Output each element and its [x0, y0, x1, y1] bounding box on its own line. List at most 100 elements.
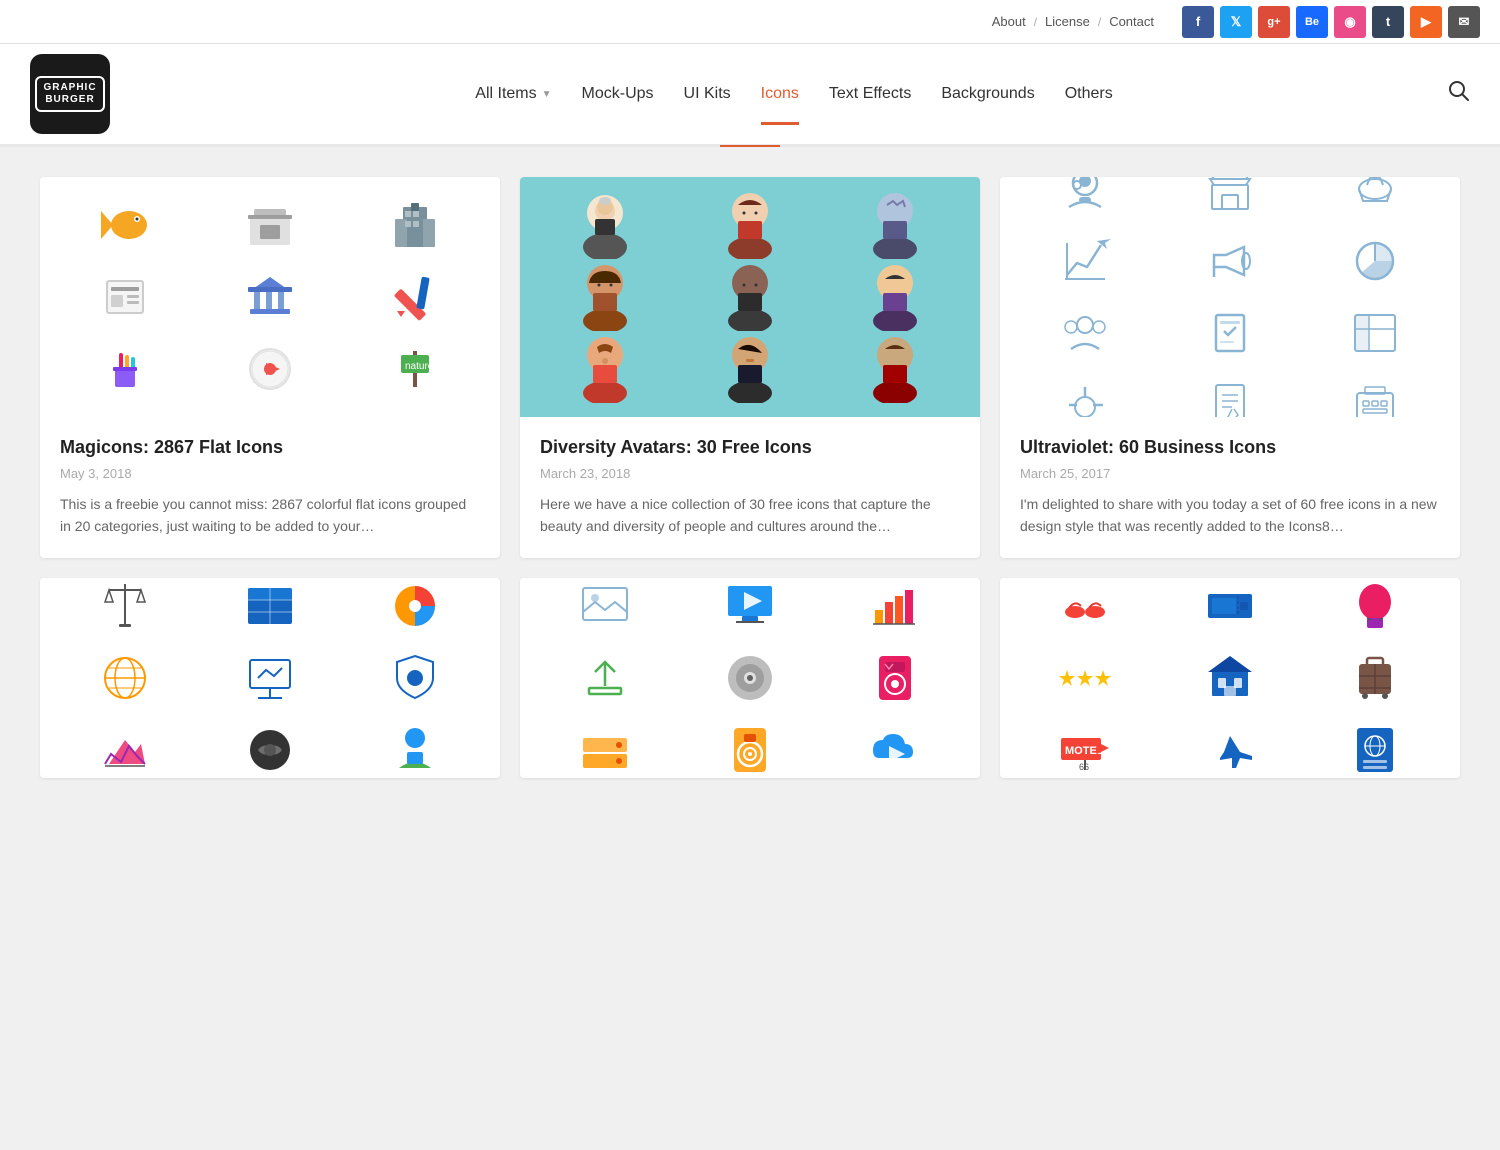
top-bar: About / License / Contact f 𝕏 g+ Be ◉ t …: [0, 0, 1500, 44]
icon-hotel: [1161, 646, 1298, 710]
card-ultraviolet: Ultraviolet: 60 Business Icons March 25,…: [1000, 177, 1460, 558]
avatar-8: [681, 337, 818, 401]
icon-cd: [681, 646, 818, 710]
icon-storage: [536, 718, 673, 778]
nav-ui-kits[interactable]: UI Kits: [684, 75, 731, 113]
facebook-icon[interactable]: f: [1182, 6, 1214, 38]
card-6: MOTEL66: [1000, 578, 1460, 778]
license-link[interactable]: License: [1037, 14, 1098, 29]
biz-icon-layout: [1307, 301, 1444, 365]
biz-icon-pie: [1307, 229, 1444, 293]
icon-music-player: [827, 646, 964, 710]
about-link[interactable]: About: [984, 14, 1034, 29]
avatar-5: [681, 265, 818, 329]
icon-grid-3: [1000, 177, 1460, 417]
icon-grid-1: nature: [40, 177, 500, 417]
biz-icon-cupcake: [1307, 177, 1444, 221]
card-3-date: March 25, 2017: [1020, 466, 1440, 481]
card-6-image: MOTEL66: [1000, 578, 1460, 778]
avatar-2: [681, 193, 818, 257]
card-magicons: nature Magicons: 2867 Flat Icons May 3, …: [40, 177, 500, 558]
logo[interactable]: GRAPHIC BURGER: [30, 54, 110, 134]
card-3-desc: I'm delighted to share with you today a …: [1020, 493, 1440, 538]
email-icon[interactable]: ✉: [1448, 6, 1480, 38]
dribbble-icon[interactable]: ◉: [1334, 6, 1366, 38]
avatar-3: [827, 193, 964, 257]
nav-backgrounds[interactable]: Backgrounds: [941, 75, 1034, 113]
logo-line2: BURGER: [43, 94, 96, 106]
tumblr-icon[interactable]: t: [1372, 6, 1404, 38]
card-grid: nature Magicons: 2867 Flat Icons May 3, …: [40, 177, 1460, 778]
icon-flipflops: [1016, 578, 1153, 638]
icon-presentation: [201, 646, 338, 710]
card-1-image: nature: [40, 177, 500, 417]
card-5: [520, 578, 980, 778]
icon-grid-2: [520, 177, 980, 417]
icon-speaker: [681, 718, 818, 778]
card-1-desc: This is a freebie you cannot miss: 2867 …: [60, 493, 480, 538]
behance-icon[interactable]: Be: [1296, 6, 1328, 38]
icon-grid-6: MOTEL66: [1000, 578, 1460, 778]
svg-text:66: 66: [1079, 762, 1089, 772]
twitter-icon[interactable]: 𝕏: [1220, 6, 1252, 38]
icon-nature-sign: nature: [347, 337, 484, 401]
icon-person-chart: [347, 718, 484, 778]
icon-passport: [1307, 718, 1444, 778]
biz-icon-store: [1161, 177, 1298, 221]
icon-grid-5: [520, 578, 980, 778]
nav-text-effects[interactable]: Text Effects: [829, 75, 911, 113]
avatar-9: [827, 337, 964, 401]
icon-fish: [56, 193, 193, 257]
biz-icon-settings: [1016, 373, 1153, 417]
biz-icon-support: [1016, 177, 1153, 221]
biz-icon-team: [1016, 301, 1153, 365]
logo-line1: GRAPHIC: [43, 82, 96, 94]
nav-others[interactable]: Others: [1065, 75, 1113, 113]
biz-icon-megaphone: [1161, 229, 1298, 293]
icon-mountain-chart: [56, 718, 193, 778]
icon-scale: [56, 578, 193, 638]
nav-mock-ups[interactable]: Mock-Ups: [582, 75, 654, 113]
nav-icons[interactable]: Icons: [761, 75, 799, 113]
avatar-6: [827, 265, 964, 329]
icon-table-chart: [201, 578, 338, 638]
top-bar-links: About / License / Contact: [984, 14, 1162, 29]
icon-motel-sign: MOTEL66: [1016, 718, 1153, 778]
icon-monitor-play: [681, 578, 818, 638]
card-2-title: Diversity Avatars: 30 Free Icons: [540, 437, 960, 458]
icon-ticket: [1161, 578, 1298, 638]
search-icon[interactable]: [1448, 80, 1470, 108]
avatar-4: [536, 265, 673, 329]
icon-buildings: [347, 193, 484, 257]
icon-newspaper: [56, 265, 193, 329]
icon-bar-chart: [827, 578, 964, 638]
card-2-date: March 23, 2018: [540, 466, 960, 481]
biz-icon-checklist: [1161, 301, 1298, 365]
card-4-image: [40, 578, 500, 778]
rss-icon[interactable]: ▶: [1410, 6, 1442, 38]
icon-shield: [347, 646, 484, 710]
card-3-image: [1000, 177, 1460, 417]
nav-divider: [0, 145, 1500, 147]
icon-airplane: [1161, 718, 1298, 778]
avatar-7: [536, 337, 673, 401]
icon-image: [536, 578, 673, 638]
card-1-title: Magicons: 2867 Flat Icons: [60, 437, 480, 458]
icon-pie-chart: [347, 578, 484, 638]
icon-play-clock: [201, 337, 338, 401]
icon-stars: [1016, 646, 1153, 710]
icon-office-supply: [201, 193, 338, 257]
nav-all-items[interactable]: All Items ▼: [475, 75, 551, 113]
icon-pencil-ruler: [347, 265, 484, 329]
biz-icon-chart: [1016, 229, 1153, 293]
icon-cloud-play: [827, 718, 964, 778]
card-3-title: Ultraviolet: 60 Business Icons: [1020, 437, 1440, 458]
card-1-date: May 3, 2018: [60, 466, 480, 481]
card-1-body: Magicons: 2867 Flat Icons May 3, 2018 Th…: [40, 417, 500, 558]
contact-link[interactable]: Contact: [1101, 14, 1162, 29]
dropdown-arrow: ▼: [542, 89, 552, 100]
gplus-icon[interactable]: g+: [1258, 6, 1290, 38]
main-content: nature Magicons: 2867 Flat Icons May 3, …: [0, 147, 1500, 808]
card-3-body: Ultraviolet: 60 Business Icons March 25,…: [1000, 417, 1460, 558]
icon-bank: [201, 265, 338, 329]
